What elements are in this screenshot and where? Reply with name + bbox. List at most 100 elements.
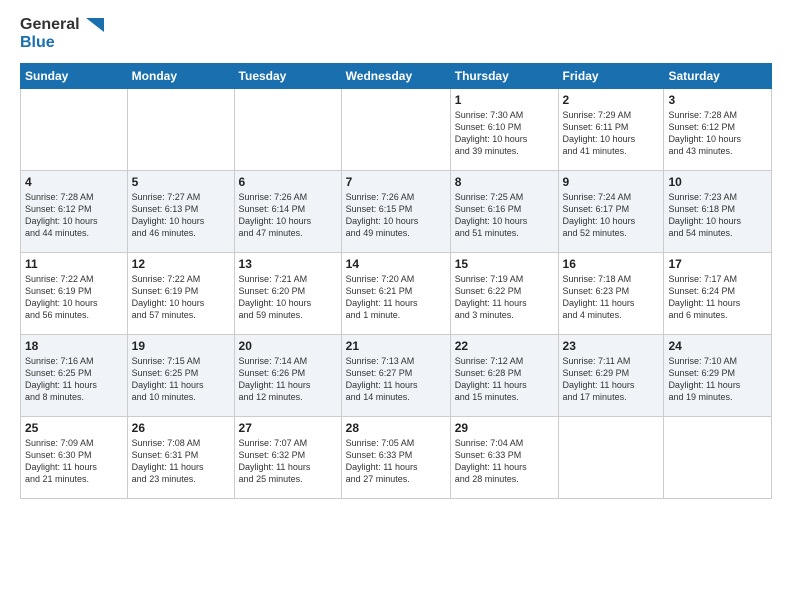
day-info: Sunrise: 7:08 AM Sunset: 6:31 PM Dayligh… bbox=[132, 437, 230, 486]
day-number: 23 bbox=[563, 339, 660, 353]
calendar-cell: 24 Sunrise: 7:10 AM Sunset: 6:29 PM Dayli… bbox=[664, 334, 772, 416]
calendar-cell: 18 Sunrise: 7:16 AM Sunset: 6:25 PM Dayli… bbox=[21, 334, 128, 416]
calendar-cell: 22 Sunrise: 7:12 AM Sunset: 6:28 PM Dayli… bbox=[450, 334, 558, 416]
calendar-cell: 23 Sunrise: 7:11 AM Sunset: 6:29 PM Dayli… bbox=[558, 334, 664, 416]
day-number: 4 bbox=[25, 175, 123, 189]
calendar-cell: 9 Sunrise: 7:24 AM Sunset: 6:17 PM Daylig… bbox=[558, 170, 664, 252]
day-number: 8 bbox=[455, 175, 554, 189]
weekday-header-sunday: Sunday bbox=[21, 63, 128, 88]
day-info: Sunrise: 7:23 AM Sunset: 6:18 PM Dayligh… bbox=[668, 191, 767, 240]
day-number: 20 bbox=[239, 339, 337, 353]
calendar-cell: 5 Sunrise: 7:27 AM Sunset: 6:13 PM Daylig… bbox=[127, 170, 234, 252]
day-info: Sunrise: 7:30 AM Sunset: 6:10 PM Dayligh… bbox=[455, 109, 554, 158]
day-info: Sunrise: 7:16 AM Sunset: 6:25 PM Dayligh… bbox=[25, 355, 123, 404]
logo-general: General bbox=[20, 16, 104, 34]
calendar-cell: 14 Sunrise: 7:20 AM Sunset: 6:21 PM Dayli… bbox=[341, 252, 450, 334]
day-info: Sunrise: 7:21 AM Sunset: 6:20 PM Dayligh… bbox=[239, 273, 337, 322]
day-number: 22 bbox=[455, 339, 554, 353]
page: General Blue SundayMondayTuesdayWednesda… bbox=[0, 0, 792, 612]
weekday-header-saturday: Saturday bbox=[664, 63, 772, 88]
weekday-header-row: SundayMondayTuesdayWednesdayThursdayFrid… bbox=[21, 63, 772, 88]
calendar-cell: 12Sunrise: 7:22 AM Sunset: 6:19 PM Dayli… bbox=[127, 252, 234, 334]
day-number: 9 bbox=[563, 175, 660, 189]
logo-blue: Blue bbox=[20, 34, 104, 52]
calendar-cell: 19 Sunrise: 7:15 AM Sunset: 6:25 PM Dayli… bbox=[127, 334, 234, 416]
day-number: 10 bbox=[668, 175, 767, 189]
day-number: 15 bbox=[455, 257, 554, 271]
weekday-header-wednesday: Wednesday bbox=[341, 63, 450, 88]
calendar-cell bbox=[664, 416, 772, 498]
calendar-cell: 8 Sunrise: 7:25 AM Sunset: 6:16 PM Daylig… bbox=[450, 170, 558, 252]
day-info: Sunrise: 7:20 AM Sunset: 6:21 PM Dayligh… bbox=[346, 273, 446, 322]
calendar-cell bbox=[558, 416, 664, 498]
logo: General Blue bbox=[20, 16, 104, 53]
calendar: SundayMondayTuesdayWednesdayThursdayFrid… bbox=[20, 63, 772, 499]
calendar-cell: 28 Sunrise: 7:05 AM Sunset: 6:33 PM Dayli… bbox=[341, 416, 450, 498]
weekday-header-thursday: Thursday bbox=[450, 63, 558, 88]
day-number: 7 bbox=[346, 175, 446, 189]
calendar-cell: 20 Sunrise: 7:14 AM Sunset: 6:26 PM Dayli… bbox=[234, 334, 341, 416]
day-number: 14 bbox=[346, 257, 446, 271]
calendar-cell bbox=[341, 88, 450, 170]
day-number: 26 bbox=[132, 421, 230, 435]
day-info: Sunrise: 7:04 AM Sunset: 6:33 PM Dayligh… bbox=[455, 437, 554, 486]
calendar-cell bbox=[234, 88, 341, 170]
day-info: Sunrise: 7:19 AM Sunset: 6:22 PM Dayligh… bbox=[455, 273, 554, 322]
day-info: Sunrise: 7:11 AM Sunset: 6:29 PM Dayligh… bbox=[563, 355, 660, 404]
week-row-1: 1Sunrise: 7:30 AM Sunset: 6:10 PM Daylig… bbox=[21, 88, 772, 170]
day-info: Sunrise: 7:26 AM Sunset: 6:14 PM Dayligh… bbox=[239, 191, 337, 240]
calendar-cell: 2 Sunrise: 7:29 AM Sunset: 6:11 PM Daylig… bbox=[558, 88, 664, 170]
day-number: 6 bbox=[239, 175, 337, 189]
day-info: Sunrise: 7:10 AM Sunset: 6:29 PM Dayligh… bbox=[668, 355, 767, 404]
calendar-cell: 1Sunrise: 7:30 AM Sunset: 6:10 PM Daylig… bbox=[450, 88, 558, 170]
day-info: Sunrise: 7:27 AM Sunset: 6:13 PM Dayligh… bbox=[132, 191, 230, 240]
weekday-header-monday: Monday bbox=[127, 63, 234, 88]
day-number: 17 bbox=[668, 257, 767, 271]
day-info: Sunrise: 7:05 AM Sunset: 6:33 PM Dayligh… bbox=[346, 437, 446, 486]
day-info: Sunrise: 7:18 AM Sunset: 6:23 PM Dayligh… bbox=[563, 273, 660, 322]
day-info: Sunrise: 7:07 AM Sunset: 6:32 PM Dayligh… bbox=[239, 437, 337, 486]
calendar-cell: 13 Sunrise: 7:21 AM Sunset: 6:20 PM Dayli… bbox=[234, 252, 341, 334]
calendar-cell bbox=[127, 88, 234, 170]
weekday-header-friday: Friday bbox=[558, 63, 664, 88]
day-number: 19 bbox=[132, 339, 230, 353]
day-info: Sunrise: 7:28 AM Sunset: 6:12 PM Dayligh… bbox=[668, 109, 767, 158]
day-info: Sunrise: 7:17 AM Sunset: 6:24 PM Dayligh… bbox=[668, 273, 767, 322]
day-number: 12 bbox=[132, 257, 230, 271]
calendar-cell: 17 Sunrise: 7:17 AM Sunset: 6:24 PM Dayli… bbox=[664, 252, 772, 334]
day-number: 16 bbox=[563, 257, 660, 271]
calendar-cell: 26 Sunrise: 7:08 AM Sunset: 6:31 PM Dayli… bbox=[127, 416, 234, 498]
day-info: Sunrise: 7:25 AM Sunset: 6:16 PM Dayligh… bbox=[455, 191, 554, 240]
calendar-cell: 16 Sunrise: 7:18 AM Sunset: 6:23 PM Dayli… bbox=[558, 252, 664, 334]
logo-text: General Blue bbox=[20, 16, 104, 53]
day-info: Sunrise: 7:29 AM Sunset: 6:11 PM Dayligh… bbox=[563, 109, 660, 158]
day-info: Sunrise: 7:12 AM Sunset: 6:28 PM Dayligh… bbox=[455, 355, 554, 404]
calendar-cell: 4Sunrise: 7:28 AM Sunset: 6:12 PM Daylig… bbox=[21, 170, 128, 252]
day-number: 18 bbox=[25, 339, 123, 353]
day-info: Sunrise: 7:14 AM Sunset: 6:26 PM Dayligh… bbox=[239, 355, 337, 404]
calendar-cell: 27 Sunrise: 7:07 AM Sunset: 6:32 PM Dayli… bbox=[234, 416, 341, 498]
logo-arrow-icon bbox=[86, 18, 104, 32]
week-row-3: 11 Sunrise: 7:22 AM Sunset: 6:19 PM Dayli… bbox=[21, 252, 772, 334]
day-number: 13 bbox=[239, 257, 337, 271]
day-info: Sunrise: 7:24 AM Sunset: 6:17 PM Dayligh… bbox=[563, 191, 660, 240]
day-number: 5 bbox=[132, 175, 230, 189]
calendar-cell: 21Sunrise: 7:13 AM Sunset: 6:27 PM Dayli… bbox=[341, 334, 450, 416]
day-info: Sunrise: 7:13 AM Sunset: 6:27 PM Dayligh… bbox=[346, 355, 446, 404]
day-info: Sunrise: 7:26 AM Sunset: 6:15 PM Dayligh… bbox=[346, 191, 446, 240]
day-number: 29 bbox=[455, 421, 554, 435]
day-info: Sunrise: 7:15 AM Sunset: 6:25 PM Dayligh… bbox=[132, 355, 230, 404]
day-number: 24 bbox=[668, 339, 767, 353]
weekday-header-tuesday: Tuesday bbox=[234, 63, 341, 88]
calendar-cell: 29 Sunrise: 7:04 AM Sunset: 6:33 PM Dayli… bbox=[450, 416, 558, 498]
week-row-4: 18 Sunrise: 7:16 AM Sunset: 6:25 PM Dayli… bbox=[21, 334, 772, 416]
day-number: 11 bbox=[25, 257, 123, 271]
day-number: 2 bbox=[563, 93, 660, 107]
calendar-cell: 6 Sunrise: 7:26 AM Sunset: 6:14 PM Daylig… bbox=[234, 170, 341, 252]
calendar-cell: 10 Sunrise: 7:23 AM Sunset: 6:18 PM Dayli… bbox=[664, 170, 772, 252]
day-number: 27 bbox=[239, 421, 337, 435]
calendar-cell bbox=[21, 88, 128, 170]
day-number: 28 bbox=[346, 421, 446, 435]
day-info: Sunrise: 7:22 AM Sunset: 6:19 PM Dayligh… bbox=[25, 273, 123, 322]
week-row-2: 4Sunrise: 7:28 AM Sunset: 6:12 PM Daylig… bbox=[21, 170, 772, 252]
